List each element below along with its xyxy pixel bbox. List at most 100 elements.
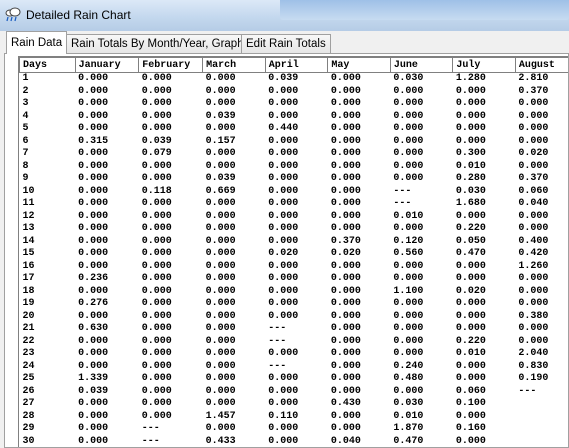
rain-value-cell[interactable]: 0.040 [328,436,391,448]
rain-value-cell[interactable]: 0.000 [139,273,203,286]
rain-value-cell[interactable]: 0.000 [453,323,516,336]
table-row[interactable]: 29 0.000 --- 0.000 0.000 0.000 1.870 0.160 [20,423,569,436]
rain-value-cell[interactable]: 0.000 [390,323,453,336]
rain-value-cell[interactable]: 0.000 [328,173,391,186]
rain-value-cell[interactable]: 0.000 [203,423,266,436]
rain-value-cell[interactable]: 0.000 [453,111,516,124]
table-row[interactable]: 10 0.000 0.118 0.669 0.000 0.000 --- 0.030 0.060 [20,186,569,199]
col-header-june[interactable]: June [389,57,454,73]
rain-value-cell[interactable]: 0.000 [203,286,266,299]
day-cell[interactable]: 16 [20,261,76,274]
day-cell[interactable]: 17 [20,273,76,286]
rain-value-cell[interactable]: 0.110 [265,411,328,424]
rain-value-cell[interactable]: 0.000 [75,173,139,186]
rain-value-cell[interactable]: 0.000 [265,173,328,186]
rain-value-cell[interactable]: 0.000 [75,348,139,361]
rain-value-cell[interactable]: --- [139,423,203,436]
table-row[interactable]: 26 0.039 0.000 0.000 0.000 0.000 0.000 0.060 --- [20,386,569,399]
rain-value-cell[interactable]: 0.000 [139,411,203,424]
rain-value-cell[interactable]: 0.000 [328,386,391,399]
day-cell[interactable]: 20 [20,311,76,324]
rain-value-cell[interactable]: 0.000 [203,361,266,374]
rain-value-cell[interactable]: 0.000 [328,373,391,386]
rain-value-cell[interactable]: 0.000 [453,123,516,136]
rain-value-cell[interactable]: 0.000 [515,98,568,111]
rain-value-cell[interactable]: 0.000 [265,273,328,286]
rain-value-cell[interactable]: 0.000 [139,386,203,399]
rain-value-cell[interactable]: 0.630 [75,323,139,336]
col-header-july[interactable]: July [452,57,516,73]
rain-value-cell[interactable]: 0.000 [265,286,328,299]
day-cell[interactable]: 9 [20,173,76,186]
rain-value-cell[interactable]: 0.440 [265,123,328,136]
rain-value-cell[interactable]: 0.000 [390,311,453,324]
col-header-february[interactable]: February [138,57,204,73]
rain-value-cell[interactable]: 0.000 [328,336,391,349]
rain-value-cell[interactable]: 0.000 [453,261,516,274]
rain-value-cell[interactable]: 0.000 [139,248,203,261]
table-row[interactable]: 27 0.000 0.000 0.000 0.000 0.430 0.030 0.100 [20,398,569,411]
rain-value-cell[interactable]: 0.000 [139,361,203,374]
rain-value-cell[interactable]: 0.000 [453,411,516,424]
rain-value-cell[interactable]: 0.000 [328,411,391,424]
table-row[interactable]: 28 0.000 0.000 1.457 0.110 0.000 0.010 0.000 [20,411,569,424]
rain-value-cell[interactable]: 0.000 [139,348,203,361]
rain-value-cell[interactable]: 0.010 [390,411,453,424]
rain-value-cell[interactable]: 0.000 [453,86,516,99]
rain-value-cell[interactable]: 0.000 [328,136,391,149]
rain-value-cell[interactable]: 0.420 [515,248,568,261]
rain-value-cell[interactable]: 0.400 [515,236,568,249]
rain-value-cell[interactable]: 0.000 [265,236,328,249]
rain-value-cell[interactable]: 0.000 [515,223,568,236]
rain-value-cell[interactable]: 0.000 [75,98,139,111]
rain-value-cell[interactable]: 0.157 [203,136,266,149]
rain-value-cell[interactable]: 0.000 [139,373,203,386]
rain-value-cell[interactable]: 0.000 [75,111,139,124]
day-cell[interactable]: 14 [20,236,76,249]
rain-value-cell[interactable]: 0.000 [75,198,139,211]
rain-value-cell[interactable]: 0.050 [453,236,516,249]
table-row[interactable]: 19 0.276 0.000 0.000 0.000 0.000 0.000 0.000 0.0… [20,298,569,311]
table-row[interactable]: 21 0.630 0.000 0.000 --- 0.000 0.000 0.000 0.000 [20,323,569,336]
rain-value-cell[interactable]: 0.120 [390,236,453,249]
rain-value-cell[interactable]: 0.220 [453,223,516,236]
rain-value-cell[interactable]: 0.000 [139,236,203,249]
rain-value-cell[interactable]: 0.000 [515,211,568,224]
rain-value-cell[interactable]: 0.000 [75,211,139,224]
rain-value-cell[interactable]: 0.000 [265,298,328,311]
table-row[interactable]: 12 0.000 0.000 0.000 0.000 0.000 0.010 0.000 0.0… [20,211,569,224]
col-header-april[interactable]: April [264,57,329,73]
rain-value-cell[interactable]: 0.039 [139,136,203,149]
table-row[interactable]: 13 0.000 0.000 0.000 0.000 0.000 0.000 0.220 0.0… [20,223,569,236]
rain-value-cell[interactable]: 0.370 [515,86,568,99]
rain-value-cell[interactable]: 0.000 [139,223,203,236]
rain-value-cell[interactable]: 0.039 [203,173,266,186]
rain-value-cell[interactable]: 0.000 [265,111,328,124]
rain-value-cell[interactable]: 0.000 [75,161,139,174]
rain-value-cell[interactable]: 0.000 [203,73,266,86]
day-cell[interactable]: 4 [20,111,76,124]
rain-value-cell[interactable]: 0.000 [390,298,453,311]
rain-value-cell[interactable]: 0.000 [265,348,328,361]
rain-value-cell[interactable]: 0.000 [203,123,266,136]
rain-value-cell[interactable]: 0.000 [390,111,453,124]
rain-value-cell[interactable]: 0.669 [203,186,266,199]
table-row[interactable]: 18 0.000 0.000 0.000 0.000 0.000 1.100 0.020 0.0… [20,286,569,299]
rain-value-cell[interactable]: 0.000 [265,373,328,386]
rain-value-cell[interactable]: 0.380 [515,311,568,324]
rain-value-cell[interactable]: 0.240 [390,361,453,374]
rain-value-cell[interactable]: 0.000 [390,148,453,161]
day-cell[interactable]: 30 [20,436,76,448]
rain-value-cell[interactable]: 0.000 [203,273,266,286]
rain-value-cell[interactable]: 0.000 [75,311,139,324]
rain-value-cell[interactable]: 0.560 [390,248,453,261]
rain-value-cell[interactable]: 0.000 [515,273,568,286]
rain-value-cell[interactable]: 0.000 [328,361,391,374]
table-row[interactable]: 22 0.000 0.000 0.000 --- 0.000 0.000 0.220 0.000 [20,336,569,349]
rain-value-cell[interactable]: 0.020 [453,286,516,299]
day-cell[interactable]: 10 [20,186,76,199]
rain-value-cell[interactable]: 0.039 [75,386,139,399]
rain-value-cell[interactable]: 2.040 [515,348,568,361]
rain-value-cell[interactable]: 0.010 [453,161,516,174]
rain-value-cell[interactable]: 0.039 [265,73,328,86]
